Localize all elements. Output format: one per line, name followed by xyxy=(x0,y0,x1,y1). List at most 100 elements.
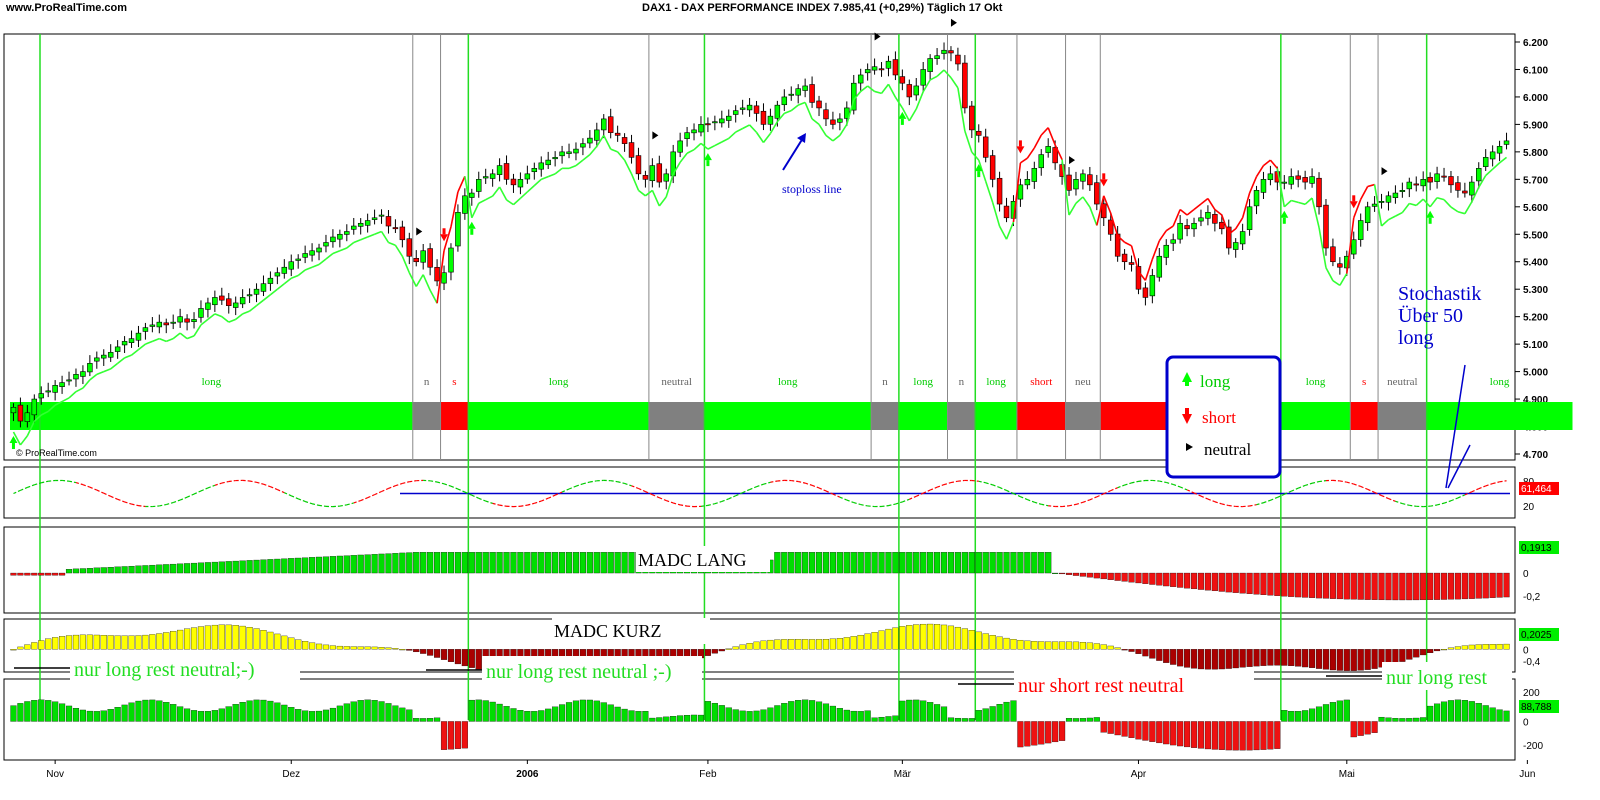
regime-band-segment xyxy=(412,402,441,430)
madc-kurz-bar xyxy=(1003,637,1010,650)
momentum-bar xyxy=(1302,710,1309,722)
candle-body xyxy=(837,118,843,123)
stoploss-segment xyxy=(1200,197,1209,205)
madc-lang-bar xyxy=(1329,572,1336,599)
momentum-bar xyxy=(1190,721,1198,748)
stoch-line-segment xyxy=(110,495,118,500)
neutral-signal-marker xyxy=(1069,156,1076,165)
madc-lang-bar xyxy=(579,552,586,574)
regime-label: s xyxy=(452,376,456,388)
stoch-line-segment xyxy=(443,483,452,487)
stoploss-segment xyxy=(429,289,438,304)
stoploss-segment xyxy=(1082,196,1091,208)
stoch-line-segment xyxy=(1027,499,1035,503)
madc-kurz-bar xyxy=(746,643,753,650)
momentum-bar xyxy=(1378,716,1385,722)
stoploss-segment xyxy=(478,198,487,204)
madc-lang-bar xyxy=(24,572,31,576)
madc-lang-bar xyxy=(1253,572,1260,595)
madc-kurz-bar xyxy=(739,644,746,650)
candle-body xyxy=(219,295,225,301)
price-tick-label: 5.300 xyxy=(1523,285,1548,296)
stoploss-segment xyxy=(242,310,250,315)
momentum-bar xyxy=(378,701,385,722)
momentum-bar xyxy=(1489,707,1496,722)
candle-body xyxy=(531,168,538,173)
madc-kurz-bar xyxy=(1052,641,1059,650)
stoploss-segment xyxy=(262,294,271,301)
momentum-bar xyxy=(253,699,260,722)
momentum-bar xyxy=(1038,721,1045,745)
candle-body xyxy=(1337,263,1343,268)
madc-kurz-bar xyxy=(350,646,357,650)
stoploss-segment xyxy=(950,77,959,89)
candle-body xyxy=(184,318,190,323)
momentum-tick: -200 xyxy=(1523,741,1543,752)
stoploss-segment xyxy=(388,241,396,246)
madc-lang-bar xyxy=(1427,572,1434,600)
madc-kurz-bar xyxy=(128,635,135,650)
panel-frame xyxy=(3,33,1516,461)
momentum-bar xyxy=(913,699,920,722)
stoploss-segment xyxy=(124,354,132,359)
madc-lang-bar xyxy=(10,572,17,576)
short-signal-arrow-stem xyxy=(1018,140,1022,147)
candle-body xyxy=(135,332,142,341)
madc-lang-bar xyxy=(496,552,503,574)
stoch-line-segment xyxy=(714,500,722,505)
madc-lang-bar xyxy=(774,552,781,574)
madc-kurz-bar xyxy=(1357,649,1364,671)
madc-kurz-bar xyxy=(1454,646,1461,650)
madc-kurz-bar xyxy=(392,648,399,650)
regime-label: neutral xyxy=(1387,376,1418,388)
candle-body xyxy=(621,137,628,144)
stoch-line-segment xyxy=(1450,497,1459,502)
momentum-bar xyxy=(1447,700,1455,722)
momentum-bar xyxy=(656,717,663,722)
candle-body xyxy=(260,283,267,292)
madc-kurz-bar xyxy=(913,624,920,650)
madc-lang-bar xyxy=(1246,572,1253,594)
madc-kurz-bar xyxy=(1482,644,1489,650)
candle-body xyxy=(246,294,253,297)
stoploss-segment xyxy=(589,145,598,156)
madc-lang-bar xyxy=(517,552,524,574)
momentum-bar xyxy=(1003,701,1010,722)
regime-band-segment xyxy=(648,402,705,430)
stoch-line-segment xyxy=(402,481,410,485)
stoch-line-segment xyxy=(1048,505,1056,508)
candle-body xyxy=(656,163,663,183)
candle-body xyxy=(587,137,593,144)
momentum-bar xyxy=(607,704,614,722)
legend-long-label: long xyxy=(1200,372,1231,391)
stoploss-segment xyxy=(1380,219,1390,227)
madc-lang-bar xyxy=(93,567,100,574)
stoch-line-segment xyxy=(284,492,292,497)
madc-kurz-bar xyxy=(309,642,316,650)
madc-lang-bar xyxy=(600,552,607,574)
madc-lang-bar xyxy=(934,552,941,574)
madc-kurz-bar xyxy=(725,648,732,650)
candle-body xyxy=(969,105,975,131)
stoch-line-segment xyxy=(436,481,445,485)
candle-body xyxy=(170,321,176,324)
stoploss-segment xyxy=(269,288,278,296)
momentum-bar xyxy=(864,710,871,722)
stoch-line-segment xyxy=(27,484,35,489)
candle-body xyxy=(920,69,926,86)
momentum-bar xyxy=(982,708,989,722)
stoploss-segment xyxy=(152,337,160,343)
madc-lang-bar xyxy=(1364,572,1371,600)
candle-body xyxy=(524,173,531,180)
momentum-bar xyxy=(329,707,336,722)
stoploss-segment xyxy=(110,362,119,370)
candle-body xyxy=(1351,239,1357,255)
madc-lang-bar xyxy=(253,559,260,574)
candle-body xyxy=(1232,242,1239,250)
candle-body xyxy=(399,226,406,241)
stoploss-segment xyxy=(360,236,368,241)
candle-body xyxy=(59,382,65,387)
momentum-bar xyxy=(1434,703,1441,722)
candle-body xyxy=(545,159,551,166)
neutral-signal-marker xyxy=(1381,167,1388,176)
